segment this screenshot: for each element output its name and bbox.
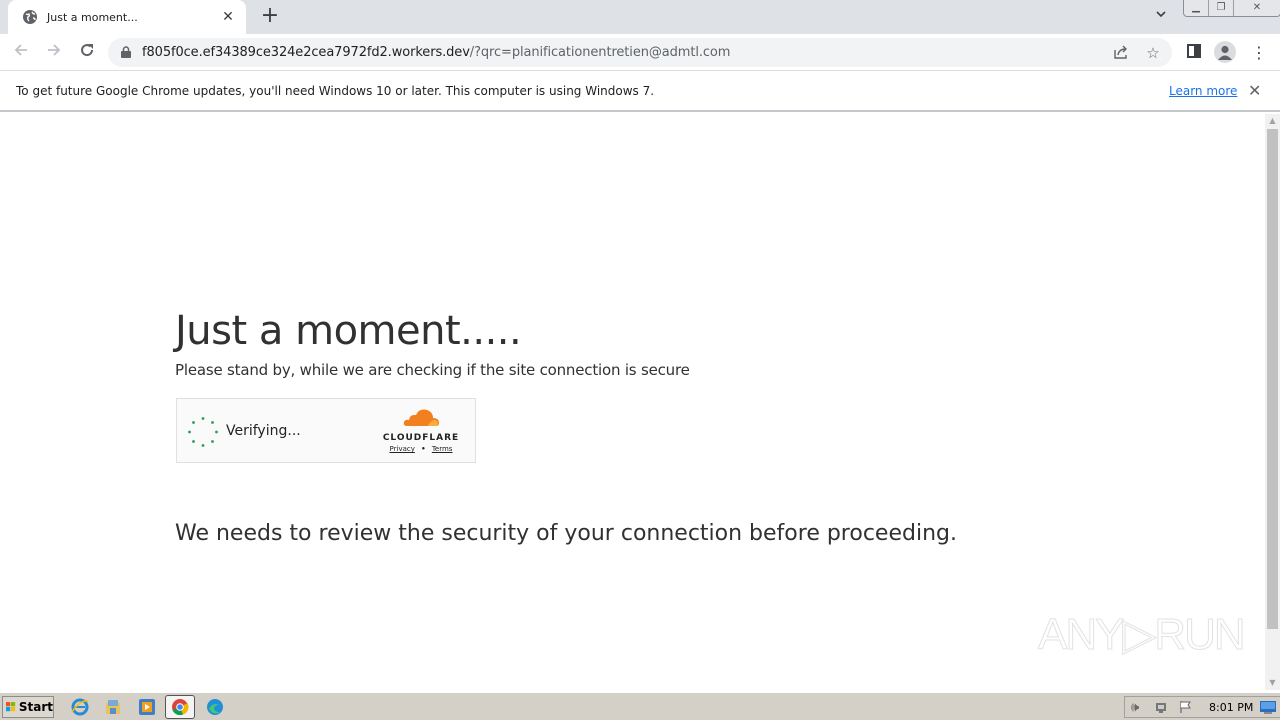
file-explorer-icon[interactable] [104, 698, 122, 716]
action-center-flag-icon[interactable] [1179, 700, 1193, 718]
security-review-message: We needs to review the security of your … [175, 521, 957, 546]
minimize-button[interactable]: ▁ [1184, 0, 1209, 16]
tab-close-icon[interactable]: ✕ [220, 9, 236, 25]
tab-title: Just a moment... [47, 10, 138, 24]
windows-flag-icon [6, 702, 16, 712]
bookmark-star-icon[interactable]: ☆ [1144, 44, 1162, 62]
tab-strip: Just a moment... ✕ + ▁ ❐ ✕ [0, 0, 1280, 34]
page-subtitle: Please stand by, while we are checking i… [175, 361, 690, 379]
tab-active[interactable]: Just a moment... ✕ [8, 0, 246, 34]
scrollbar-thumb[interactable] [1267, 129, 1278, 629]
menu-kebab-icon[interactable]: ⋮ [1249, 43, 1269, 63]
internet-explorer-icon[interactable] [71, 698, 89, 716]
restore-button[interactable]: ❐ [1209, 0, 1234, 16]
url-text[interactable]: f805f0ce.ef34389ce324e2cea7972fd2.worker… [142, 45, 730, 60]
chrome-taskbar-icon[interactable] [165, 695, 195, 719]
new-tab-button[interactable]: + [260, 5, 280, 27]
media-player-icon[interactable] [138, 698, 156, 716]
verifying-status: Verifying... [226, 423, 301, 439]
page-title: Just a moment..... [175, 308, 522, 354]
anyrun-watermark: ANY▷RUN [1038, 610, 1247, 660]
forward-button[interactable] [43, 42, 65, 64]
cloudflare-branding: CLOUDFLARE Privacy • Terms [381, 407, 461, 457]
url-path: /?qrc=planificationentretien@admtl.com [469, 45, 731, 60]
start-button[interactable]: Start [2, 696, 54, 718]
scroll-up-arrow-icon[interactable]: ▲ [1265, 114, 1280, 128]
cloudflare-wordmark: CLOUDFLARE [382, 433, 460, 443]
link-separator: • [421, 445, 426, 453]
cloudflare-links: Privacy • Terms [381, 445, 461, 453]
profile-avatar-icon[interactable] [1214, 41, 1236, 63]
volume-icon[interactable]: 🕪 [1131, 700, 1139, 715]
network-icon[interactable] [1155, 700, 1169, 718]
infobar-close-icon[interactable]: ✕ [1248, 81, 1261, 100]
cloudflare-cloud-icon [403, 409, 439, 426]
scroll-down-arrow-icon[interactable]: ▼ [1265, 676, 1280, 690]
forward-arrow-icon [48, 44, 61, 56]
tab-search-chevron-icon[interactable] [1152, 8, 1170, 26]
close-window-button[interactable]: ✕ [1234, 0, 1280, 16]
back-arrow-icon [14, 44, 27, 56]
learn-more-link[interactable]: Learn more [1169, 84, 1237, 98]
show-desktop-icon[interactable] [1260, 701, 1276, 718]
privacy-link[interactable]: Privacy [390, 445, 415, 453]
infobar-message: To get future Google Chrome updates, you… [16, 84, 655, 98]
update-infobar: To get future Google Chrome updates, you… [0, 72, 1280, 112]
start-label: Start [18, 700, 53, 714]
address-bar[interactable]: f805f0ce.ef34389ce324e2cea7972fd2.worker… [108, 38, 1172, 67]
window-controls: ▁ ❐ ✕ [1183, 0, 1280, 17]
edge-icon[interactable] [206, 698, 224, 716]
windows-taskbar: Start 🕪 8:01 PM [0, 692, 1280, 720]
reload-button[interactable] [76, 42, 98, 64]
cloudflare-challenge-widget[interactable]: Verifying... CLOUDFLARE Privacy • Terms [176, 398, 476, 463]
url-host: f805f0ce.ef34389ce324e2cea7972fd2.worker… [142, 45, 470, 60]
share-icon[interactable] [1112, 44, 1130, 62]
system-tray: 🕪 8:01 PM [1124, 696, 1280, 718]
browser-toolbar: f805f0ce.ef34389ce324e2cea7972fd2.worker… [0, 34, 1280, 71]
back-button[interactable] [10, 42, 32, 64]
reload-icon [81, 44, 94, 57]
page-scrollbar[interactable]: ▲ ▼ [1265, 114, 1280, 690]
page-content: Just a moment..... Please stand by, whil… [0, 114, 1265, 690]
lock-icon [121, 46, 131, 58]
globe-icon [23, 10, 37, 24]
taskbar-clock[interactable]: 8:01 PM [1209, 701, 1253, 714]
side-panel-icon[interactable] [1184, 43, 1204, 63]
terms-link[interactable]: Terms [432, 445, 453, 453]
spinner-icon [188, 417, 218, 447]
